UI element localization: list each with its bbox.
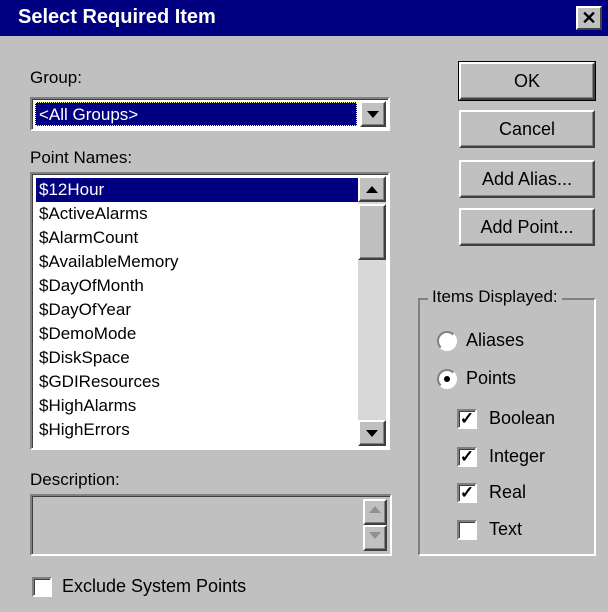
list-item[interactable]: $ActiveAlarms bbox=[36, 202, 361, 226]
group-label: Group: bbox=[30, 68, 82, 87]
point-names-listbox[interactable]: $12Hour $ActiveAlarms $AlarmCount $Avail… bbox=[30, 172, 390, 450]
list-item[interactable]: $DiskSpace bbox=[36, 346, 361, 370]
list-item[interactable]: $DayOfYear bbox=[36, 298, 361, 322]
integer-label: Integer bbox=[489, 446, 546, 466]
title-bar: Select Required Item ✕ bbox=[0, 0, 608, 38]
scroll-up-button[interactable] bbox=[358, 176, 386, 202]
list-item[interactable]: $HighErrors bbox=[36, 418, 361, 442]
boolean-label: Boolean bbox=[489, 408, 556, 428]
close-icon: ✕ bbox=[581, 8, 597, 28]
scroll-thumb[interactable] bbox=[358, 204, 386, 260]
exclude-system-points-label: Exclude System Points bbox=[62, 576, 247, 596]
group-selected-value: <All Groups> bbox=[35, 102, 357, 126]
close-button[interactable]: ✕ bbox=[576, 6, 602, 30]
window-title: Select Required Item bbox=[18, 6, 216, 28]
chevron-up-icon bbox=[366, 186, 378, 193]
checkmark-icon: ✓ bbox=[459, 483, 475, 502]
point-names-label: Point Names: bbox=[30, 148, 133, 167]
items-displayed-label: Items Displayed: bbox=[428, 287, 562, 307]
list-item[interactable]: $12Hour bbox=[36, 178, 361, 202]
chevron-down-icon bbox=[367, 111, 379, 118]
checkmark-icon: ✓ bbox=[459, 409, 475, 428]
description-scrollbar bbox=[363, 499, 387, 551]
boolean-checkbox[interactable]: ✓ bbox=[457, 409, 477, 429]
checkmark-icon: ✓ bbox=[459, 447, 475, 466]
aliases-radio[interactable] bbox=[437, 331, 457, 351]
text-label: Text bbox=[489, 519, 523, 539]
desc-scroll-down-button bbox=[363, 525, 387, 551]
list-item[interactable]: $HighAlarms bbox=[36, 394, 361, 418]
chevron-down-icon bbox=[366, 430, 378, 437]
ok-button[interactable]: OK bbox=[458, 61, 596, 101]
radio-selected-dot bbox=[444, 376, 450, 382]
chevron-up-icon bbox=[369, 506, 381, 513]
description-field bbox=[30, 494, 392, 556]
description-label: Description: bbox=[30, 470, 120, 489]
list-item[interactable]: $DemoMode bbox=[36, 322, 361, 346]
group-combobox[interactable]: <All Groups> bbox=[30, 97, 390, 131]
list-item[interactable]: $DayOfMonth bbox=[36, 274, 361, 298]
aliases-radio-label: Aliases bbox=[466, 330, 525, 350]
chevron-down-icon bbox=[369, 532, 381, 539]
points-radio[interactable] bbox=[437, 369, 457, 389]
list-item[interactable]: $AlarmCount bbox=[36, 226, 361, 250]
scroll-down-button[interactable] bbox=[358, 420, 386, 446]
real-label: Real bbox=[489, 482, 527, 502]
list-scrollbar[interactable] bbox=[358, 176, 386, 446]
desc-scroll-up-button bbox=[363, 499, 387, 525]
points-radio-label: Points bbox=[466, 368, 517, 388]
cancel-button[interactable]: Cancel bbox=[459, 110, 595, 148]
add-alias-button[interactable]: Add Alias... bbox=[459, 160, 595, 198]
add-point-button[interactable]: Add Point... bbox=[459, 208, 595, 246]
exclude-system-points-checkbox[interactable] bbox=[32, 577, 52, 597]
list-item[interactable]: $GDIResources bbox=[36, 370, 361, 394]
integer-checkbox[interactable]: ✓ bbox=[457, 447, 477, 467]
real-checkbox[interactable]: ✓ bbox=[457, 483, 477, 503]
group-dropdown-button[interactable] bbox=[360, 101, 386, 127]
list-item[interactable]: $AvailableMemory bbox=[36, 250, 361, 274]
text-checkbox[interactable] bbox=[457, 520, 477, 540]
